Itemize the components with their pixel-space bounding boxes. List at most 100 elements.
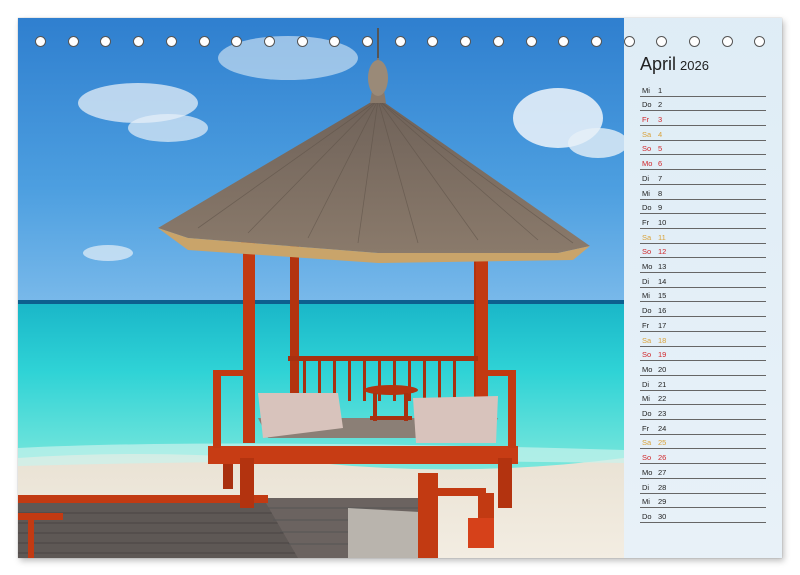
day-row: Mi 1 [640, 81, 766, 97]
day-number: 19 [658, 350, 667, 360]
weekday-label: Mo [642, 159, 653, 169]
day-number: 22 [658, 394, 667, 404]
day-number: 10 [658, 217, 667, 227]
weekday-label: Mo [642, 467, 653, 477]
day-row: Do 2 [640, 96, 766, 112]
day-number: 11 [658, 232, 666, 242]
weekday-label: Mo [642, 364, 653, 374]
weekday-label: Mo [642, 262, 653, 272]
day-number: 6 [658, 159, 663, 169]
spiral-binding-ring-icon [35, 36, 46, 47]
day-row: Do 16 [640, 302, 766, 318]
day-number: 7 [658, 173, 663, 183]
day-row: Mi 15 [640, 287, 766, 303]
day-number: 27 [658, 467, 667, 477]
weekday-label: Sa [642, 438, 652, 448]
day-row: Fr 10 [640, 213, 766, 229]
day-row: Di 14 [640, 272, 766, 288]
day-row: Do 9 [640, 199, 766, 215]
day-number: 25 [658, 438, 667, 448]
spiral-binding-ring-icon [362, 36, 373, 47]
weekday-label: Do [642, 511, 652, 521]
day-row: Mo 6 [640, 155, 766, 171]
day-number: 8 [658, 188, 663, 198]
day-row: Di 28 [640, 478, 766, 494]
month-name: April [640, 54, 677, 74]
day-number: 18 [658, 335, 667, 345]
weekday-label: So [642, 247, 652, 257]
weekday-label: Mi [642, 291, 650, 301]
day-number: 13 [658, 262, 667, 272]
weekday-label: Di [642, 482, 650, 492]
day-row: Fr 24 [640, 419, 766, 435]
spiral-binding-ring-icon [689, 36, 700, 47]
day-row: So 5 [640, 140, 766, 156]
weekday-label: So [642, 453, 652, 463]
calendar-page: April 2026 Mi 1 Do 2 Fr 3 Sa 4 So 5 Mo 6 Di 7 Mi 8 Do 9 Fr 1… [18, 18, 782, 558]
day-number: 17 [658, 320, 667, 330]
year-label: 2026 [680, 58, 709, 73]
day-number: 23 [658, 409, 667, 419]
weekday-label: Do [642, 203, 652, 213]
day-number: 2 [658, 100, 663, 110]
spiral-binding-ring-icon [721, 36, 733, 47]
day-number: 9 [658, 203, 663, 213]
day-number: 3 [658, 115, 663, 125]
weekday-label: Sa [642, 335, 652, 345]
day-number: 28 [658, 482, 667, 492]
day-number: 26 [658, 453, 667, 463]
weekday-label: Do [642, 306, 652, 316]
weekday-label: Di [642, 379, 650, 389]
day-row: Do 30 [640, 507, 766, 523]
weekday-label: Sa [642, 129, 652, 139]
weekday-label: Fr [642, 320, 650, 330]
day-number: 29 [658, 497, 667, 507]
day-number: 15 [658, 291, 667, 301]
weekday-label: Di [642, 173, 650, 183]
gazebo-photo [18, 18, 624, 558]
spiral-binding-ring-icon [263, 36, 275, 47]
day-row: Mi 8 [640, 184, 766, 200]
day-row: Fr 17 [640, 316, 766, 332]
weekday-label: Mi [642, 188, 650, 198]
day-number: 14 [658, 276, 667, 286]
weekday-label: Fr [642, 423, 650, 433]
weekday-label: Fr [642, 217, 650, 227]
spiral-binding [0, 0, 800, 47]
day-number: 16 [658, 306, 667, 316]
day-row: Sa 25 [640, 434, 766, 450]
day-number: 30 [658, 511, 667, 521]
month-title: April 2026 [640, 54, 709, 75]
day-number: 21 [658, 379, 667, 389]
day-row: Do 23 [640, 404, 766, 421]
day-row: Mo 27 [640, 463, 766, 479]
day-number: 20 [658, 364, 667, 374]
spiral-binding-ring-icon [492, 36, 504, 47]
spiral-binding-ring-icon [394, 36, 406, 47]
spiral-binding-ring-icon [525, 36, 537, 47]
day-row: Mo 13 [640, 257, 766, 274]
day-number: 5 [658, 144, 663, 154]
weekday-label: Mi [642, 497, 650, 507]
spiral-binding-ring-icon [623, 36, 635, 47]
day-number: 12 [658, 247, 667, 257]
weekday-label: Sa [642, 232, 652, 242]
day-row: Sa 18 [640, 331, 766, 347]
day-number: 1 [658, 85, 663, 95]
day-row: So 19 [640, 346, 766, 362]
weekday-label: So [642, 144, 652, 154]
day-row: Fr 3 [640, 110, 766, 127]
spiral-binding-ring-icon [198, 36, 210, 47]
day-number: 4 [658, 129, 663, 139]
day-row: Di 7 [640, 169, 766, 185]
weekday-label: Mi [642, 394, 650, 404]
spiral-binding-ring-icon [67, 36, 79, 47]
spiral-binding-ring-icon [590, 36, 602, 47]
day-number: 24 [658, 423, 667, 433]
weekday-label: So [642, 350, 652, 360]
weekday-label: Mi [642, 85, 650, 95]
weekday-label: Fr [642, 115, 650, 125]
day-row: Sa 4 [640, 125, 766, 141]
weekday-label: Do [642, 100, 652, 110]
day-row: Mo 20 [640, 360, 766, 376]
